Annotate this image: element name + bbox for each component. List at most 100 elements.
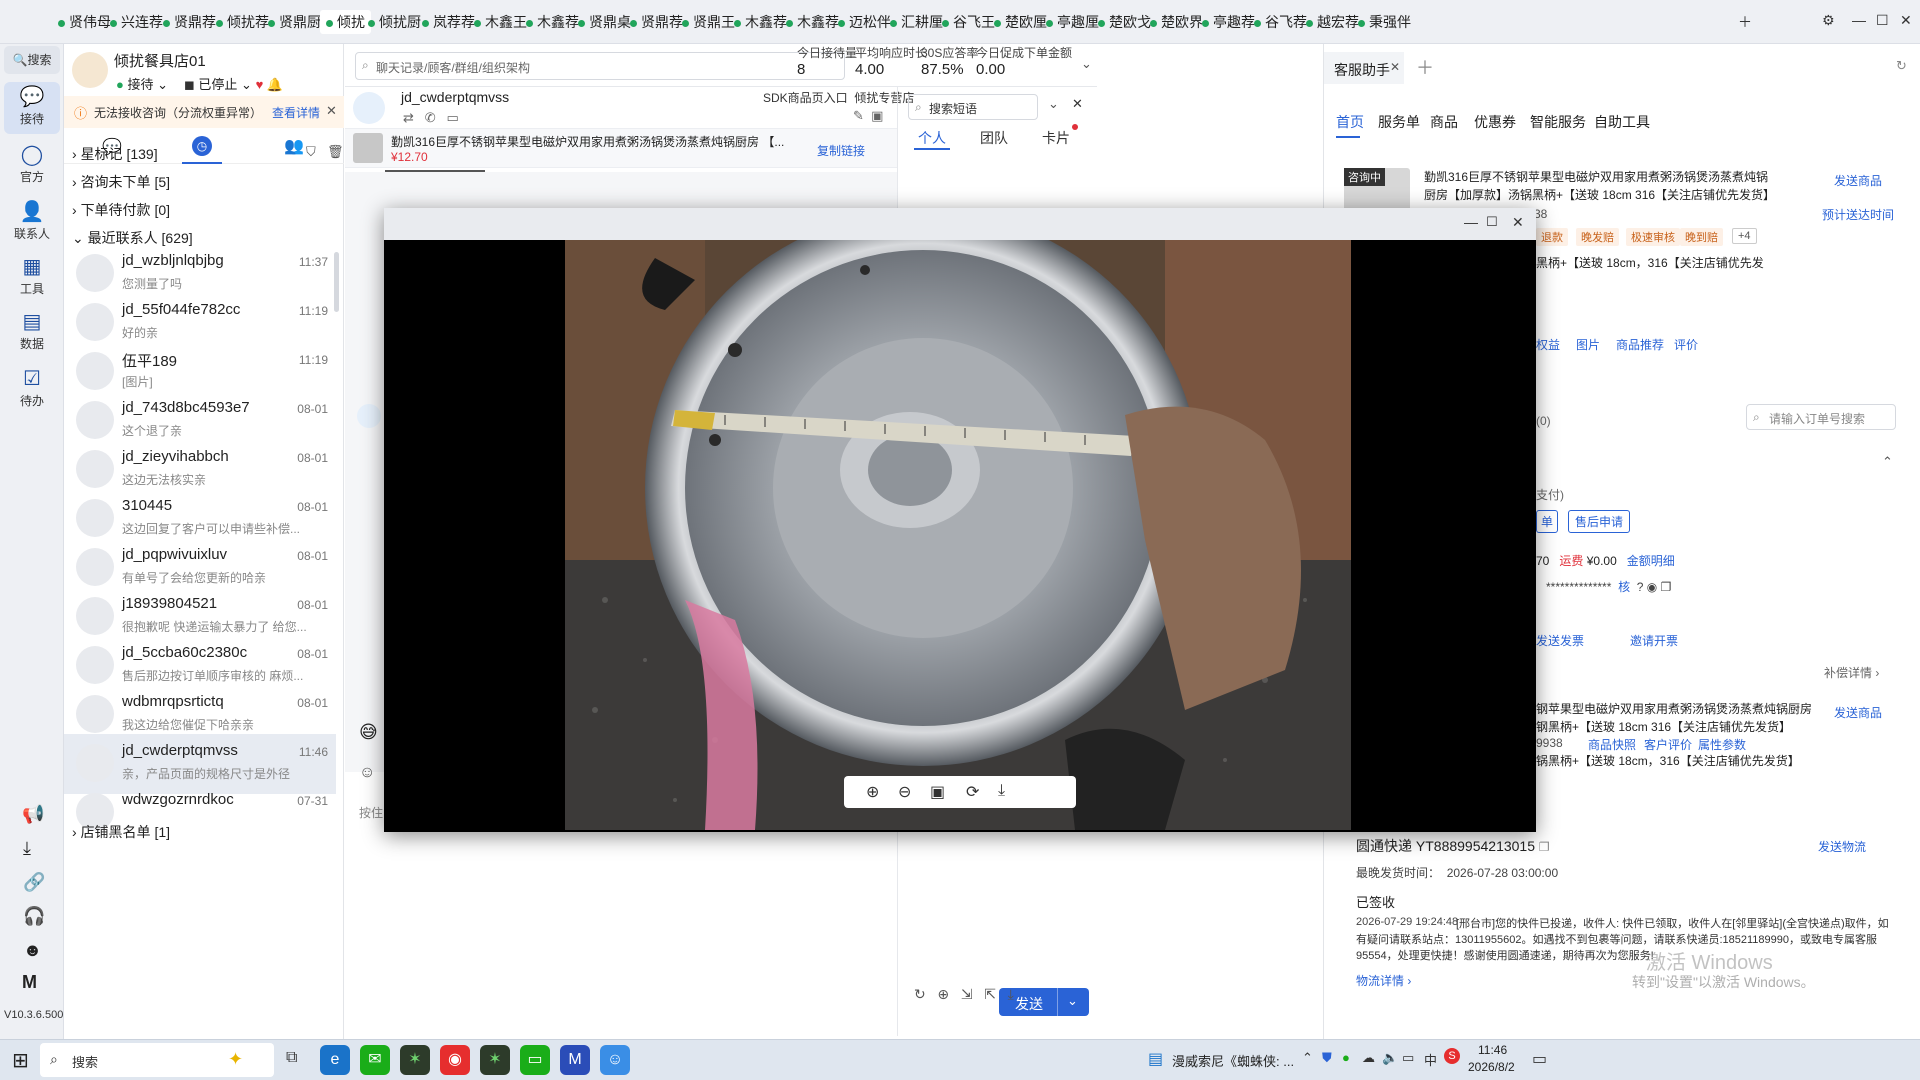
download-icon[interactable]: ⤓ (998, 782, 1005, 800)
clock-time[interactable]: 11:46 (1478, 1043, 1507, 1057)
add-tab-icon[interactable]: ＋ (1416, 54, 1434, 80)
copy-link-button[interactable]: 复制链接 (817, 142, 865, 159)
speaker-icon[interactable]: 🔈 (1382, 1050, 1398, 1066)
top-tab[interactable]: 谷飞王 (942, 10, 995, 34)
download-icon[interactable]: ⤓ (23, 838, 31, 859)
robot-icon[interactable]: ☻ (23, 940, 42, 961)
verify-button[interactable]: 核 (1618, 580, 1630, 594)
top-tab[interactable]: 兴连荐 (110, 10, 163, 34)
close-icon[interactable]: ✕ (1390, 60, 1400, 74)
add-icon[interactable]: ⊕ (937, 986, 949, 1002)
assistant-tab[interactable]: 客服助手 ✕ (1324, 52, 1404, 84)
product-link[interactable]: 权益 (1536, 336, 1560, 353)
service-tag[interactable]: +4 (1732, 228, 1757, 244)
top-tab[interactable]: 楚欧厘 (994, 10, 1047, 34)
top-tab[interactable]: 贤鼎荐 (163, 10, 216, 34)
status-stop[interactable]: ◼ 已停止 ⌄ ♥ 🔔 (184, 74, 283, 93)
note-icon[interactable]: ▭ (447, 110, 459, 125)
refresh-icon[interactable]: ↻ (914, 986, 926, 1002)
media-title[interactable]: 漫威索尼《蜘蛛侠: ... (1172, 1051, 1294, 1070)
after-sale-button[interactable]: 售后申请 (1568, 510, 1631, 533)
clock-date[interactable]: 2026/8/2 (1468, 1060, 1515, 1074)
transfer-icon[interactable]: ⇄ (403, 110, 414, 125)
tray-expand-icon[interactable]: ⌃ (1302, 1050, 1313, 1066)
top-tab[interactable]: 贤鼎桌 (578, 10, 631, 34)
copy-icon[interactable]: ❐ (1661, 580, 1672, 594)
clock-icon[interactable]: ◷ (192, 136, 212, 156)
send-invoice-link[interactable]: 发送发票 (1536, 632, 1584, 649)
rail-item-data[interactable]: ▤ 数据 (4, 309, 60, 361)
collapse-icon[interactable]: ⌃ (1882, 454, 1893, 470)
top-tab[interactable]: 迈松伴 (838, 10, 891, 34)
group-star[interactable]: › 星标记 [139] (72, 144, 158, 164)
phrase-search-input[interactable]: ⌕ 搜索短语 (908, 94, 1038, 120)
assistant-tab-item[interactable]: 优惠券 (1474, 112, 1516, 132)
ime-indicator[interactable]: 中 (1424, 1050, 1437, 1069)
top-tab[interactable]: 越宏荐 (1306, 10, 1359, 34)
amount-detail-link[interactable]: 金额明细 (1627, 554, 1675, 568)
sogou-icon[interactable]: S (1444, 1048, 1460, 1064)
top-tab[interactable]: 倾扰 (320, 10, 371, 34)
tab-card[interactable]: 卡片 (1042, 128, 1070, 148)
trash-icon[interactable]: 🗑 (327, 144, 344, 160)
order-search-input[interactable]: ⌕ 请输入订单号搜索 (1746, 404, 1896, 430)
close-icon[interactable]: ✕ (1072, 96, 1083, 112)
tab-team[interactable]: 团队 (980, 128, 1008, 148)
people-icon[interactable]: 👥 (284, 136, 304, 156)
download-icon[interactable]: ⤓ (1008, 986, 1014, 1002)
app-star2-icon[interactable]: ✶ (480, 1045, 510, 1075)
global-search-input[interactable]: ⌕ 聊天记录/顾客/群组/组织架构 (355, 52, 845, 80)
status-receive[interactable]: ● 接待 ⌄ (116, 74, 168, 93)
m-logo-icon[interactable]: M (22, 972, 37, 993)
top-tab[interactable]: 木鑫荐 (526, 10, 579, 34)
top-tab[interactable]: 木鑫王 (474, 10, 527, 34)
top-tab[interactable]: 木鑫荐 (786, 10, 839, 34)
assistant-tab-item[interactable]: 服务单 (1378, 112, 1420, 132)
close-icon[interactable]: ✕ (1512, 214, 1524, 231)
rail-item-official[interactable]: ◯ 官方 (4, 142, 60, 194)
megaphone-icon[interactable]: 📢 (22, 804, 44, 825)
top-tab[interactable]: 楚欧戈 (1098, 10, 1151, 34)
group-pending-pay[interactable]: › 下单待付款 [0] (72, 200, 170, 220)
top-tab[interactable]: 谷飞荐 (1254, 10, 1307, 34)
network-icon[interactable]: ▭ (1402, 1050, 1414, 1066)
zoom-in-icon[interactable]: ⊕ (866, 782, 879, 802)
m-app-icon[interactable]: M (560, 1045, 590, 1075)
assistant-tab-item[interactable]: 首页 (1336, 112, 1364, 132)
top-tab[interactable]: 汇耕厘 (890, 10, 943, 34)
tab-personal[interactable]: 个人 (918, 128, 946, 148)
rail-search-button[interactable]: 🔍搜索 (4, 46, 60, 74)
product2-link[interactable]: 商品快照 (1588, 736, 1636, 753)
filter-icon[interactable]: ⛉ (306, 144, 316, 160)
fit-icon[interactable]: ▣ (930, 782, 945, 802)
product-link[interactable]: 商品推荐 (1616, 336, 1664, 353)
import-icon[interactable]: ⇲ (961, 986, 973, 1002)
maximize-icon[interactable]: ☐ (1486, 214, 1498, 230)
box-icon[interactable]: ▣ (871, 108, 883, 123)
notice-link[interactable]: 查看详情 (272, 104, 320, 121)
taskbar-search[interactable]: ⌕ 搜索 ✦ (40, 1043, 274, 1077)
notice-close-icon[interactable]: ✕ (326, 103, 337, 119)
phone-icon[interactable]: ✆ (425, 110, 436, 125)
top-tab[interactable]: 亭趣厘 (1046, 10, 1099, 34)
wechat-tray-icon[interactable]: ● (1342, 1050, 1350, 1065)
top-tab[interactable]: 倾扰厨 (368, 10, 421, 34)
notification-icon[interactable]: ▭ (1532, 1049, 1547, 1069)
headset-icon[interactable]: 🎧 (23, 906, 45, 927)
copy-icon[interactable]: ❐ (1539, 840, 1550, 854)
logistics-detail-link[interactable]: 物流详情 › (1356, 972, 1411, 989)
product2-link[interactable]: 属性参数 (1698, 736, 1746, 753)
close-icon[interactable]: ✕ (1900, 12, 1912, 29)
order-button[interactable]: 单 (1536, 510, 1559, 533)
top-tab[interactable]: 楚欧界 (1150, 10, 1203, 34)
rail-item-todo[interactable]: ☑ 待办 (4, 366, 60, 418)
send-product2-button[interactable]: 发送商品 (1834, 704, 1882, 721)
shield-icon[interactable]: ⛊ (1322, 1050, 1332, 1066)
app-circle-icon[interactable]: ◉ (440, 1045, 470, 1075)
edit-icon[interactable]: ✎ (853, 108, 864, 123)
invite-invoice-link[interactable]: 邀请开票 (1630, 632, 1678, 649)
product-link[interactable]: 图片 (1576, 336, 1600, 353)
rail-item-contacts[interactable]: 👤 联系人 (4, 199, 60, 251)
help-icon[interactable]: ? (1637, 580, 1644, 594)
media-app-icon[interactable]: ▤ (1148, 1049, 1163, 1069)
